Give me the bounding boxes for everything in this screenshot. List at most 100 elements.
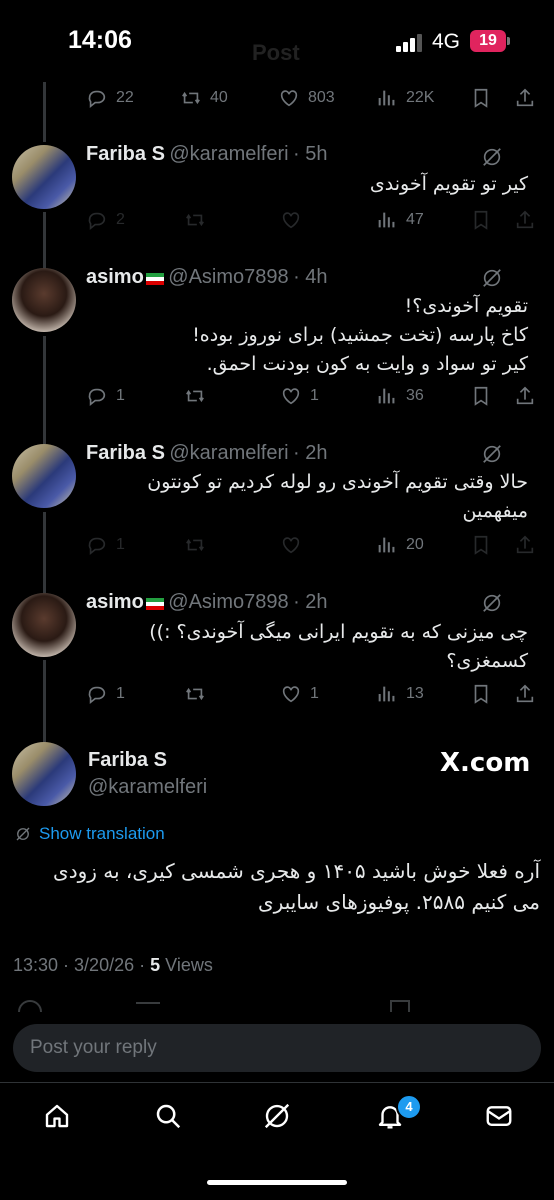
grok-icon[interactable] xyxy=(481,592,503,614)
author-name[interactable]: Fariba S xyxy=(88,749,167,772)
like-button[interactable] xyxy=(280,208,302,232)
text-line: کسمغزی؟ xyxy=(446,650,528,672)
share-icon[interactable] xyxy=(514,209,536,231)
views-button[interactable]: 22K xyxy=(376,86,434,110)
views-button[interactable]: 47 xyxy=(376,208,424,232)
text-line: کیر تو سواد و وایت به کون بودنت احمق. xyxy=(206,353,528,375)
like-count: 1 xyxy=(310,387,319,404)
reply-button[interactable]: 1 xyxy=(86,384,125,408)
show-translation-label[interactable]: Show translation xyxy=(39,824,165,844)
translate-icon xyxy=(16,827,30,841)
views-number: 5 xyxy=(150,955,161,975)
views-button[interactable]: 20 xyxy=(376,533,424,557)
notifications-badge: 4 xyxy=(396,1094,422,1120)
thread-line xyxy=(43,512,46,594)
reply-button[interactable]: 1 xyxy=(86,682,125,706)
status-bar: 14:06 Post 4G 19 xyxy=(0,0,554,80)
heart-icon xyxy=(282,537,300,554)
views-button[interactable]: 13 xyxy=(376,682,424,706)
views-icon xyxy=(378,537,395,553)
reply-icon xyxy=(88,537,106,555)
author-name[interactable]: asimo xyxy=(86,266,144,288)
views-button[interactable]: 36 xyxy=(376,384,424,408)
bookmark-icon[interactable] xyxy=(470,683,492,705)
repost-button[interactable]: 40 xyxy=(180,86,228,110)
heart-icon xyxy=(282,388,300,405)
reply-text: چی میزنی که به تقویم ایرانی میگی آخوندی؟… xyxy=(88,618,528,676)
post-text: آره فعلا خوش باشید ۱۴۰۵ و هجری شمسی کیری… xyxy=(10,856,540,918)
share-icon[interactable] xyxy=(514,534,536,556)
repost-icon xyxy=(186,687,204,701)
like-button[interactable] xyxy=(280,533,302,557)
like-button[interactable]: 1 xyxy=(280,682,319,706)
reply-button[interactable]: 22 xyxy=(86,86,134,110)
author-name[interactable]: Fariba S xyxy=(86,143,165,165)
reply-header: Fariba S @karamelferi · 2h xyxy=(86,442,328,465)
repost-button[interactable] xyxy=(184,533,206,557)
reply-count: 22 xyxy=(116,89,134,106)
home-indicator xyxy=(207,1180,347,1185)
share-icon[interactable] xyxy=(514,683,536,705)
action-peek xyxy=(136,1002,160,1012)
heart-icon xyxy=(282,212,300,229)
author-handle[interactable]: @karamelferi xyxy=(88,776,207,799)
share-icon[interactable] xyxy=(514,87,536,109)
views-count: 13 xyxy=(406,685,424,702)
bookmark-icon[interactable] xyxy=(470,87,492,109)
post-time: · 4h xyxy=(293,266,328,288)
repost-icon xyxy=(182,91,200,105)
grok-icon[interactable] xyxy=(481,443,503,465)
bookmark-icon[interactable] xyxy=(470,209,492,231)
avatar[interactable] xyxy=(12,268,76,332)
share-icon[interactable] xyxy=(514,385,536,407)
show-translation-link[interactable]: Show translation xyxy=(14,824,165,844)
like-button[interactable]: 1 xyxy=(280,384,319,408)
avatar[interactable] xyxy=(12,444,76,508)
text-line: تقویم آخوندی؟! xyxy=(404,295,528,317)
like-button[interactable]: 803 xyxy=(278,86,335,110)
text-line: می کنیم ۲۵۸۵. پوفیوزهای سایبری xyxy=(258,890,540,914)
reply-actions: 1 xyxy=(86,533,386,557)
reply-icon xyxy=(88,90,106,108)
author-handle[interactable]: @karamelferi xyxy=(169,442,288,464)
author-handle[interactable]: @karamelferi xyxy=(169,143,288,165)
author-handle[interactable]: @Asimo7898 xyxy=(168,266,288,288)
heart-icon xyxy=(282,686,300,703)
thread-line xyxy=(43,660,46,744)
author-handle[interactable]: @Asimo7898 xyxy=(168,591,288,613)
cellular-signal-icon xyxy=(396,34,422,52)
author-name[interactable]: asimo xyxy=(86,591,144,613)
reply-header: asimo @Asimo7898 · 4h xyxy=(86,266,328,289)
parent-post-actions: 22 40 803 22K xyxy=(86,86,546,110)
views-icon xyxy=(378,686,395,702)
post-timestamp: 13:30 · 3/20/26 · xyxy=(13,955,146,975)
reply-button[interactable]: 2 xyxy=(86,208,125,232)
home-icon[interactable] xyxy=(42,1101,72,1131)
reply-count: 1 xyxy=(116,685,125,702)
author-name[interactable]: Fariba S xyxy=(86,442,165,464)
avatar[interactable] xyxy=(12,145,76,209)
search-icon[interactable] xyxy=(153,1101,183,1131)
views-icon xyxy=(378,90,395,106)
repost-button[interactable] xyxy=(184,384,206,408)
grok-icon[interactable] xyxy=(262,1101,292,1131)
text-line: میفهمین xyxy=(462,500,528,522)
status-time: 14:06 xyxy=(68,26,132,54)
network-type: 4G xyxy=(432,30,461,53)
reply-button[interactable]: 1 xyxy=(86,533,125,557)
grok-icon[interactable] xyxy=(481,267,503,289)
repost-icon xyxy=(186,213,204,227)
reply-actions: 1 1 13 xyxy=(86,682,546,706)
reply-header: Fariba S @karamelferi · 5h xyxy=(86,143,328,166)
avatar[interactable] xyxy=(12,593,76,657)
repost-button[interactable] xyxy=(184,208,206,232)
reply-count: 1 xyxy=(116,536,125,553)
bookmark-icon[interactable] xyxy=(470,534,492,556)
messages-icon[interactable] xyxy=(484,1101,514,1131)
avatar[interactable] xyxy=(12,742,76,806)
action-peek xyxy=(390,1000,410,1012)
grok-icon[interactable] xyxy=(481,146,503,168)
bookmark-icon[interactable] xyxy=(470,385,492,407)
repost-button[interactable] xyxy=(184,682,206,706)
post-time: · 5h xyxy=(293,143,328,165)
